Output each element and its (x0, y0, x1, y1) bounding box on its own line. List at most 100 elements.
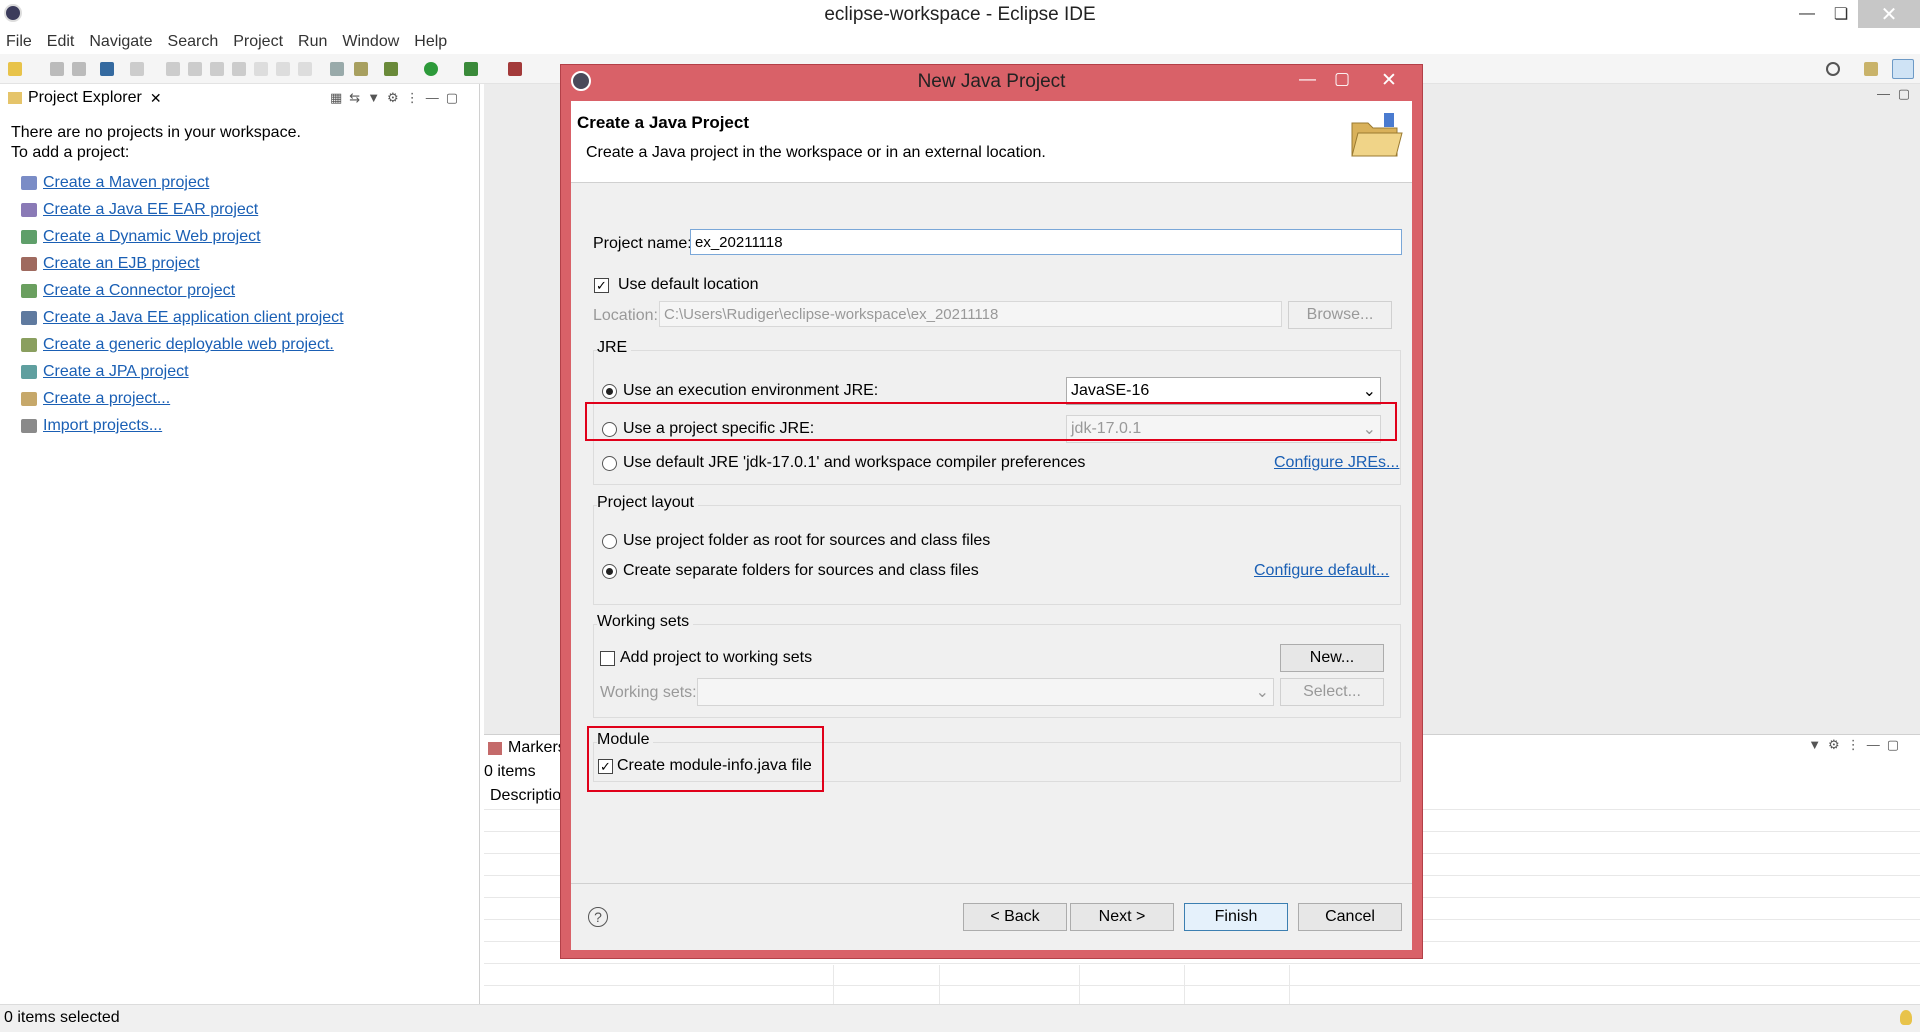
link-ejb-project[interactable]: Create an EJB project (21, 253, 200, 275)
minimize-icon[interactable]: — (1790, 0, 1824, 28)
link-ear-project[interactable]: Create a Java EE EAR project (21, 199, 258, 221)
skip-icon[interactable] (130, 62, 144, 76)
jre-exec-env-select[interactable]: JavaSE-16 ⌄ (1066, 377, 1381, 405)
open-task-icon[interactable] (330, 62, 344, 76)
layout-root-radio[interactable] (602, 534, 617, 549)
link-jpa-text[interactable]: Create a JPA project (43, 363, 189, 381)
menu-help[interactable]: Help (414, 33, 447, 51)
configure-jres-link[interactable]: Configure JREs... (1274, 454, 1399, 472)
back-button[interactable]: < Back (963, 903, 1067, 931)
link-ejb-text[interactable]: Create an EJB project (43, 255, 200, 273)
configure-default-link[interactable]: Configure default... (1254, 562, 1389, 580)
link-dynamic-web-text[interactable]: Create a Dynamic Web project (43, 228, 261, 246)
editor-maximize-icon[interactable]: ▢ (1898, 86, 1910, 102)
link-dynamic-web-project[interactable]: Create a Dynamic Web project (21, 226, 261, 248)
link-import-projects[interactable]: Import projects... (21, 415, 162, 437)
step-return-icon[interactable] (298, 62, 312, 76)
folder-icon (8, 92, 22, 104)
run-icon[interactable] (424, 62, 438, 76)
highlight-module (587, 726, 824, 792)
markers-count: 0 items (484, 763, 536, 780)
markers-tab[interactable]: Markers (488, 737, 566, 759)
step-into-icon[interactable] (254, 62, 268, 76)
link-app-client-text[interactable]: Create a Java EE application client proj… (43, 309, 344, 327)
editor-minimize-icon[interactable]: — (1877, 86, 1890, 101)
disconnect-icon[interactable] (232, 62, 246, 76)
project-name-label: Project name: (593, 235, 692, 252)
debug-icon[interactable] (384, 62, 398, 76)
highlight-project-specific-jre (585, 402, 1397, 441)
step-over-icon[interactable] (276, 62, 290, 76)
link-app-client-project[interactable]: Create a Java EE application client proj… (21, 307, 344, 329)
link-generic-web-project[interactable]: Create a generic deployable web project. (21, 334, 334, 356)
jre-default-label: Use default JRE 'jdk-17.0.1' and workspa… (623, 454, 1086, 471)
layout-separate-radio[interactable] (602, 564, 617, 579)
dialog-close-icon[interactable]: ✕ (1381, 69, 1397, 92)
use-default-location-checkbox[interactable]: ✓ (594, 278, 609, 293)
dialog-maximize-icon[interactable]: ▢ (1334, 69, 1350, 89)
menu-file[interactable]: File (6, 33, 32, 51)
project-explorer-tab[interactable]: Project Explorer ✕ (0, 84, 170, 112)
markers-column-description[interactable]: Descriptio (490, 787, 561, 805)
save-icon[interactable] (50, 62, 64, 76)
project-layout-group-label: Project layout (597, 494, 698, 512)
menu-window[interactable]: Window (342, 33, 399, 51)
close-icon[interactable]: ✕ (1858, 0, 1920, 28)
working-sets-select[interactable]: ⌄ (697, 678, 1274, 706)
empty-workspace-message: There are no projects in your workspace.… (11, 123, 301, 163)
link-maven-text[interactable]: Create a Maven project (43, 174, 209, 192)
location-input[interactable] (659, 301, 1282, 327)
browse-button[interactable]: Browse... (1288, 301, 1392, 329)
menu-project[interactable]: Project (233, 33, 283, 51)
help-icon[interactable]: ? (588, 907, 608, 927)
resume-icon[interactable] (166, 62, 180, 76)
menu-edit[interactable]: Edit (47, 33, 75, 51)
link-create-project-text[interactable]: Create a project... (43, 390, 170, 408)
external-tools-icon[interactable] (508, 62, 522, 76)
project-name-input[interactable] (690, 229, 1402, 255)
select-working-sets-button[interactable]: Select... (1280, 678, 1384, 706)
connector-icon (21, 284, 37, 298)
link-generic-web-text[interactable]: Create a generic deployable web project. (43, 336, 334, 354)
terminate-icon[interactable] (210, 62, 224, 76)
link-connector-project[interactable]: Create a Connector project (21, 280, 235, 302)
maximize-icon[interactable]: ❏ (1824, 0, 1858, 28)
mark-icon[interactable] (354, 62, 368, 76)
status-selection: 0 items selected (4, 1009, 120, 1026)
next-button[interactable]: Next > (1070, 903, 1174, 931)
new-icon[interactable] (8, 62, 22, 76)
chevron-down-icon: ⌄ (1362, 383, 1376, 400)
menu-run[interactable]: Run (298, 33, 327, 51)
new-working-set-button[interactable]: New... (1280, 644, 1384, 672)
link-create-project[interactable]: Create a project... (21, 388, 170, 410)
suspend-icon[interactable] (188, 62, 202, 76)
terminal-icon[interactable] (100, 62, 114, 76)
java-ee-perspective-icon[interactable] (1892, 59, 1914, 79)
jre-exec-env-radio[interactable] (602, 384, 617, 399)
ear-icon (21, 203, 37, 217)
cancel-button[interactable]: Cancel (1298, 903, 1402, 931)
add-to-working-sets-checkbox[interactable] (600, 651, 615, 666)
project-explorer-tab-label: Project Explorer (28, 89, 142, 106)
link-import-text[interactable]: Import projects... (43, 417, 162, 435)
layout-root-label: Use project folder as root for sources a… (623, 532, 991, 549)
save-all-icon[interactable] (72, 62, 86, 76)
link-ear-text[interactable]: Create a Java EE EAR project (43, 201, 258, 219)
link-jpa-project[interactable]: Create a JPA project (21, 361, 189, 383)
close-tab-icon[interactable]: ✕ (150, 90, 162, 107)
menu-navigate[interactable]: Navigate (89, 33, 152, 51)
dialog-title: New Java Project (917, 71, 1066, 92)
notification-icon[interactable] (1900, 1010, 1912, 1025)
dialog-body: Create a Java Project Create a Java proj… (571, 101, 1412, 950)
markers-view-toolbar[interactable]: ▼⚙⋮—▢ (1808, 737, 1906, 753)
open-perspective-icon[interactable] (1864, 62, 1878, 76)
link-connector-text[interactable]: Create a Connector project (43, 282, 235, 300)
jre-default-radio[interactable] (602, 456, 617, 471)
menu-search[interactable]: Search (168, 33, 219, 51)
finish-button[interactable]: Finish (1184, 903, 1288, 931)
search-icon[interactable] (1826, 62, 1840, 76)
explorer-view-toolbar[interactable]: ▦⇆▼⚙⋮—▢ (330, 90, 465, 106)
dialog-minimize-icon[interactable]: — (1299, 69, 1316, 89)
link-maven-project[interactable]: Create a Maven project (21, 172, 209, 194)
coverage-icon[interactable] (464, 62, 478, 76)
